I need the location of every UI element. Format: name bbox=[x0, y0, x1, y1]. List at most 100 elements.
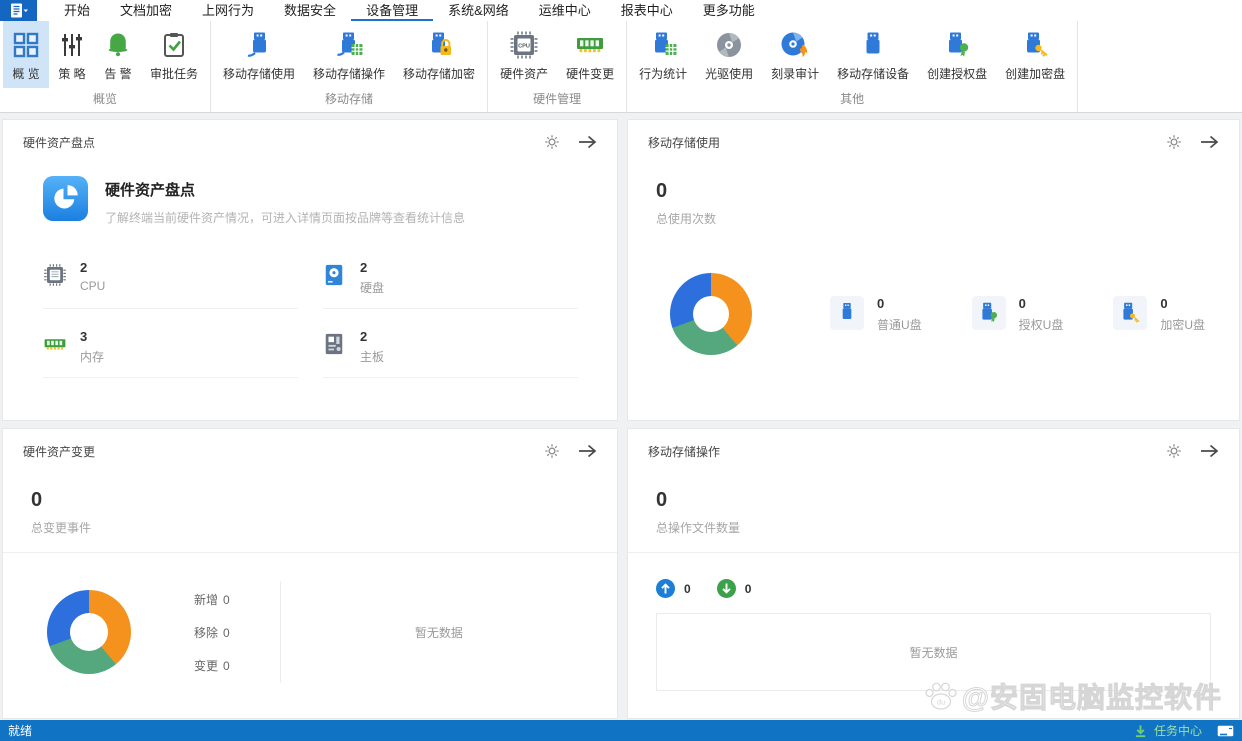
stat-cpu: 2 CPU bbox=[43, 260, 298, 309]
card-title: 硬件资产盘点 bbox=[23, 135, 96, 150]
upload-circle-icon bbox=[656, 579, 675, 598]
message-icon[interactable] bbox=[1217, 725, 1234, 737]
detail-arrow-icon[interactable] bbox=[578, 135, 597, 149]
dashboard-grid: 硬件资产盘点 硬件资产盘点 了解终端当前硬件资产情况，可进入详情页面按品牌等查看… bbox=[0, 113, 1242, 719]
pie-chart-app-icon bbox=[43, 176, 88, 221]
ribbon-group-caption: 硬件管理 bbox=[533, 92, 582, 106]
app-menu-button[interactable] bbox=[0, 0, 37, 21]
menu-tab-more[interactable]: 更多功能 bbox=[688, 0, 770, 21]
ribbon-item-usb-device[interactable]: 移动存储设备 bbox=[828, 21, 918, 88]
hard-disk-icon bbox=[323, 263, 347, 287]
usb-lock-icon bbox=[424, 27, 454, 62]
ribbon-item-label: 移动存储操作 bbox=[313, 67, 386, 81]
ribbon-item-alert[interactable]: 告 警 bbox=[95, 21, 141, 88]
ribbon-group-caption: 移动存储 bbox=[325, 92, 374, 106]
legend-value: 0 bbox=[223, 658, 230, 673]
settings-gear-icon[interactable] bbox=[544, 443, 560, 459]
ribbon-item-usb-encrypt[interactable]: 移动存储加密 bbox=[394, 21, 484, 88]
status-ready-text: 就绪 bbox=[8, 724, 33, 738]
card-usb-operations: 移动存储操作 0 总操作文件数量 0 0 暂无数据 bbox=[627, 428, 1240, 719]
stat-value: 3 bbox=[80, 329, 88, 344]
ribbon-item-cd-usage[interactable]: 光驱使用 bbox=[696, 21, 762, 88]
ribbon-item-label: 创建加密盘 bbox=[1005, 67, 1066, 81]
menu-tab-report-center[interactable]: 报表中心 bbox=[606, 0, 688, 21]
detail-arrow-icon[interactable] bbox=[578, 444, 597, 458]
menu-tab-start[interactable]: 开始 bbox=[49, 0, 105, 21]
menu-tab-ops-center[interactable]: 运维中心 bbox=[524, 0, 606, 21]
task-center-link[interactable]: 任务中心 bbox=[1154, 722, 1202, 739]
stat-label: 内存 bbox=[80, 350, 105, 364]
ribbon-item-label: 告 警 bbox=[104, 67, 132, 81]
ribbon-item-create-encrypt-disk[interactable]: 创建加密盘 bbox=[996, 21, 1074, 88]
usb-drive-icon bbox=[830, 295, 864, 330]
detail-arrow-icon[interactable] bbox=[1200, 444, 1219, 458]
ribbon-item-behavior-stats[interactable]: 行为统计 bbox=[630, 21, 696, 88]
ribbon-item-burn-audit[interactable]: 刻录审计 bbox=[762, 21, 828, 88]
settings-gear-icon[interactable] bbox=[1166, 134, 1182, 150]
settings-gear-icon[interactable] bbox=[544, 134, 560, 150]
menu-tab-device-mgmt[interactable]: 设备管理 bbox=[351, 0, 434, 21]
stat-value: 2 bbox=[360, 329, 368, 344]
menu-tab-data-security[interactable]: 数据安全 bbox=[269, 0, 351, 21]
no-data-text: 暂无数据 bbox=[414, 625, 463, 640]
disc-burn-icon bbox=[779, 27, 811, 62]
card-title: 移动存储操作 bbox=[648, 444, 721, 459]
svg-text:CPU: CPU bbox=[518, 43, 530, 49]
hardware-stats: 2 CPU 2 硬盘 3 内存 2 主板 bbox=[43, 260, 617, 378]
menu-tabs: 开始 文档加密 上网行为 数据安全 设备管理 系统&网络 运维中心 报表中心 更… bbox=[49, 0, 770, 21]
download-count: 0 bbox=[744, 581, 752, 596]
ribbon-item-label: 行为统计 bbox=[639, 67, 688, 81]
total-value: 0 bbox=[656, 180, 668, 202]
ribbon-group-removable-storage: 移动存储使用 移动存储操作 移动存储加密 移动存储 bbox=[211, 21, 489, 112]
legend-item-changed: 变更 0 bbox=[165, 657, 230, 674]
ribbon-item-approval[interactable]: 审批任务 bbox=[141, 21, 207, 88]
legend-dot bbox=[165, 629, 172, 636]
intro-title: 硬件资产盘点 bbox=[105, 182, 196, 199]
cpu-chip-icon bbox=[43, 263, 67, 287]
ribbon-item-hw-change[interactable]: 硬件变更 bbox=[557, 21, 623, 88]
stat-value: 0 bbox=[877, 295, 885, 311]
overview-grid-icon bbox=[12, 27, 40, 62]
ribbon-item-label: 概 览 bbox=[12, 67, 40, 81]
ribbon-item-create-auth-disk[interactable]: 创建授权盘 bbox=[918, 21, 996, 88]
stat-value: 2 bbox=[360, 260, 368, 275]
menu-bar: 开始 文档加密 上网行为 数据安全 设备管理 系统&网络 运维中心 报表中心 更… bbox=[0, 0, 1242, 21]
ribbon-item-policy[interactable]: 策 略 bbox=[49, 21, 95, 88]
usb-drive-icon bbox=[244, 27, 274, 62]
stat-label: CPU bbox=[80, 279, 106, 293]
menu-tab-doc-encrypt[interactable]: 文档加密 bbox=[105, 0, 187, 21]
cpu-chip-icon: CPU bbox=[509, 27, 539, 62]
intro-description: 了解终端当前硬件资产情况，可进入详情页面按品牌等查看统计信息 bbox=[105, 211, 466, 225]
stat-motherboard: 2 主板 bbox=[323, 329, 578, 378]
card-hardware-changes: 硬件资产变更 0 总变更事件 新增 0 移除 0 变更 0 暂无数据 bbox=[2, 428, 618, 719]
usb-device-icon bbox=[858, 27, 888, 62]
settings-gear-icon[interactable] bbox=[1166, 443, 1182, 459]
legend-label: 移除 bbox=[194, 625, 219, 640]
ram-module-icon bbox=[43, 332, 67, 356]
usb-key-icon bbox=[1020, 27, 1050, 62]
menu-tab-web-behavior[interactable]: 上网行为 bbox=[187, 0, 269, 21]
stat-value: 0 bbox=[1160, 295, 1168, 311]
detail-arrow-icon[interactable] bbox=[1200, 135, 1219, 149]
ribbon-item-hw-asset[interactable]: CPU 硬件资产 bbox=[491, 21, 557, 88]
menu-tab-system-network[interactable]: 系统&网络 bbox=[433, 0, 524, 21]
usb-table-icon bbox=[334, 27, 364, 62]
ribbon-item-label: 硬件资产 bbox=[500, 67, 549, 81]
stat-memory: 3 内存 bbox=[43, 329, 298, 378]
ribbon-item-overview[interactable]: 概 览 bbox=[3, 21, 49, 88]
card-title: 移动存储使用 bbox=[648, 135, 721, 150]
ribbon-item-label: 硬件变更 bbox=[566, 67, 615, 81]
ribbon-item-label: 刻录审计 bbox=[771, 67, 820, 81]
divider bbox=[628, 552, 1239, 553]
ribbon-item-label: 审批任务 bbox=[150, 67, 199, 81]
legend-dot bbox=[165, 662, 172, 669]
total-value: 0 bbox=[31, 489, 43, 511]
ribbon-item-usb-usage[interactable]: 移动存储使用 bbox=[214, 21, 304, 88]
stat-label: 主板 bbox=[360, 350, 385, 364]
stat-label: 授权U盘 bbox=[1018, 317, 1064, 332]
motherboard-icon bbox=[323, 332, 347, 356]
total-value: 0 bbox=[656, 489, 668, 511]
ribbon-item-usb-operations[interactable]: 移动存储操作 bbox=[304, 21, 394, 88]
stat-label: 硬盘 bbox=[360, 281, 385, 295]
card-hardware-inventory: 硬件资产盘点 硬件资产盘点 了解终端当前硬件资产情况，可进入详情页面按品牌等查看… bbox=[2, 119, 618, 421]
